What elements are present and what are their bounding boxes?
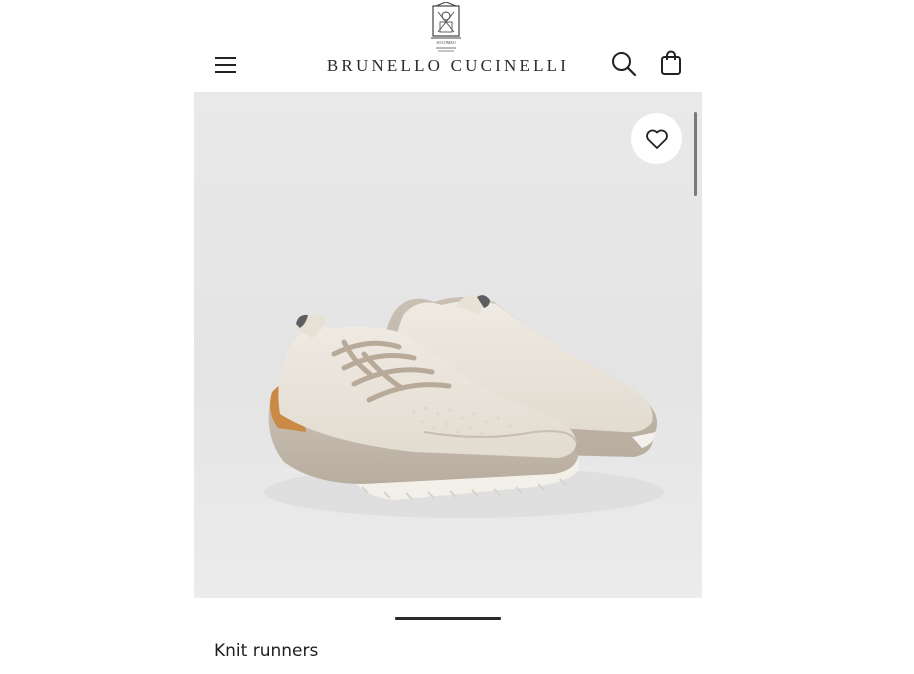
carousel-indicator[interactable] (395, 617, 501, 620)
shopping-bag-icon (661, 50, 681, 75)
product-page: SOLOMEO BRUNELLO CUCINELLI Knit runners (0, 0, 914, 674)
site-header: SOLOMEO BRUNELLO CUCINELLI (194, 0, 702, 92)
gallery-scrollbar[interactable] (694, 112, 697, 196)
hamburger-menu-icon (215, 57, 236, 73)
heart-icon (645, 129, 668, 149)
product-name: Knit runners (214, 641, 319, 661)
product-image-gallery[interactable] (194, 92, 702, 598)
product-image (264, 294, 664, 518)
shopping-bag-button[interactable] (657, 49, 685, 77)
search-icon (612, 52, 637, 77)
brand-crest-logo[interactable]: SOLOMEO (428, 2, 464, 54)
crest-text: SOLOMEO (436, 40, 455, 45)
menu-button[interactable] (212, 52, 240, 78)
favorite-button[interactable] (631, 113, 682, 164)
search-button[interactable] (610, 50, 638, 78)
